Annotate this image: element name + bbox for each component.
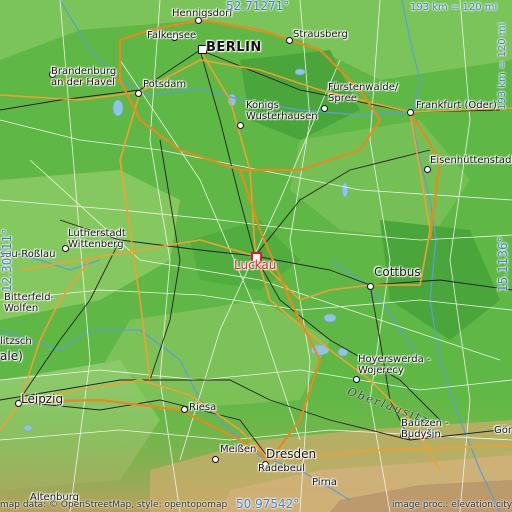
fuerstenwalde-marker [321, 105, 328, 112]
place-label-cottbus: Cottbus [374, 265, 421, 279]
right-longitude-label: 15.1136° [496, 236, 510, 292]
place-label-frankfurt-oder: Frankfurt (Oder) [416, 100, 497, 111]
attribution-elevation-city: image proc.: elevation.city [392, 500, 512, 510]
cottbus-marker [367, 283, 374, 290]
place-label-riesa: Riesa [189, 402, 217, 413]
meissen-marker [212, 456, 219, 463]
attribution-osm: map data: © OpenStreetMap, style: opento… [0, 500, 228, 510]
potsdam-marker [135, 90, 142, 97]
hoyerswerda-marker [353, 376, 360, 383]
place-label-potsdam: Potsdam [143, 79, 187, 90]
topographic-map[interactable]: Hennigsdorf Falkensee BERLIN Strausberg … [0, 0, 512, 512]
scale-label-right: 193 km = 120 mi [497, 22, 508, 110]
place-label-luckau[interactable]: Luckau [234, 259, 276, 272]
place-label-halle: ale) [0, 349, 23, 363]
place-label-leipzig: Leipzig [21, 392, 64, 406]
place-label-berlin: BERLIN [206, 40, 262, 55]
frankfurt-marker [407, 109, 414, 116]
bottom-latitude-label: 50.97542° [236, 497, 300, 511]
left-longitude-label: 12.30111° [0, 228, 14, 292]
place-label-fuerstenwalde: Fürstenwalde/ Spree [328, 82, 399, 104]
place-label-meissen: Meißen [220, 444, 257, 455]
place-label-koenigs-wusterhausen: Königs Wusterhausen [246, 100, 318, 122]
strausberg-marker [286, 37, 293, 44]
place-label-pirna: Pirna [312, 477, 337, 488]
koenigs-marker [237, 122, 244, 129]
place-label-hoyerswerda: Hoyerswerda - Wojerecy [358, 354, 431, 376]
eisenhuettenstadt-marker [424, 166, 431, 173]
riesa-marker [181, 406, 188, 413]
place-label-eisenhuettenstadt: Eisenhüttenstadt [430, 155, 512, 166]
place-label-brandenburg: Brandenburg an der Havel [51, 66, 117, 88]
place-label-dresden: Dresden [266, 447, 317, 461]
place-label-hennigsdorf: Hennigsdorf [172, 8, 233, 19]
scale-label-top: 193 km = 120 mi [410, 2, 498, 13]
place-label-falkensee: Falkensee [147, 30, 197, 41]
place-label-bitterfeld-wolfen: Bitterfeld- Wolfen [4, 292, 55, 314]
place-label-strausberg: Strausberg [293, 29, 348, 40]
place-label-lutherstadt-wittenberg: Lutherstadt Wittenberg [68, 228, 126, 250]
place-label-delitzsch: litzsch [0, 336, 32, 347]
top-latitude-label: 52.71271° [226, 0, 290, 13]
place-label-goerlitz: Gör [494, 425, 512, 436]
place-label-radebeul: Radebeul [258, 463, 305, 474]
